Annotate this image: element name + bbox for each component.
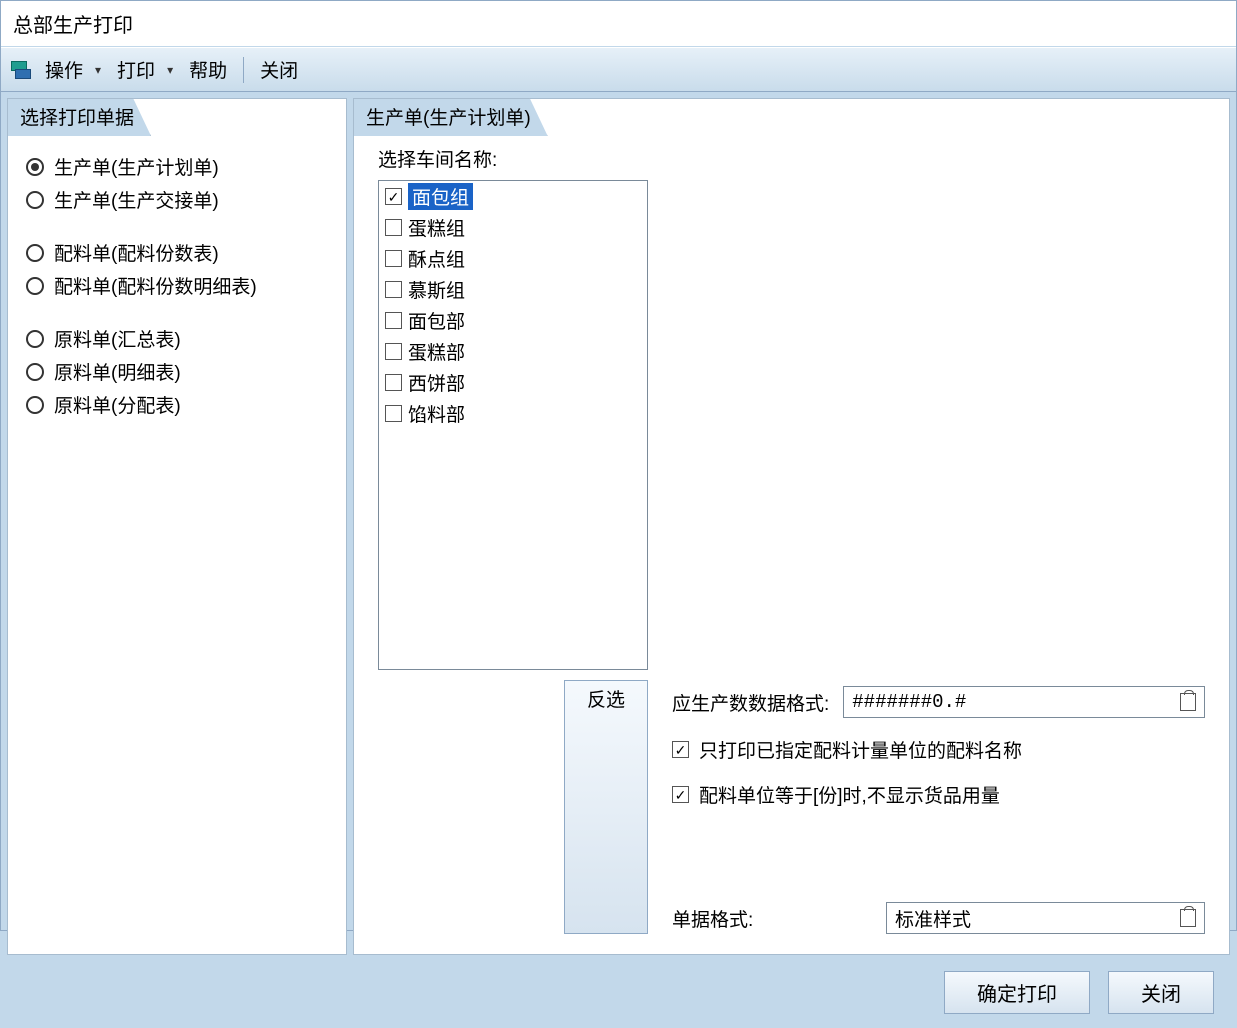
workshop-label: 蛋糕组: [408, 214, 465, 241]
window-title: 总部生产打印: [1, 1, 1236, 47]
workshop-checkbox[interactable]: [385, 250, 402, 267]
workshop-row[interactable]: 馅料部: [379, 398, 647, 429]
radio-icon: [26, 277, 44, 295]
right-panel: 生产单(生产计划单) 选择车间名称: 面包组蛋糕组酥点组慕斯组面包部蛋糕部西饼部…: [353, 98, 1230, 955]
window: 总部生产打印 操作 ▾ 打印 ▾ 帮助 关闭 选择打印单据 生产单(生产计划单)…: [0, 0, 1237, 931]
right-fields: 应生产数数据格式: #######0.# 只打印已指定配料计量单位的配料名称 配…: [672, 670, 1205, 934]
workshop-label: 面包部: [408, 307, 465, 334]
toolbar: 操作 ▾ 打印 ▾ 帮助 关闭: [1, 47, 1236, 92]
radio-label: 原料单(分配表): [54, 391, 181, 418]
left-panel-tab: 选择打印单据: [7, 98, 151, 136]
radio-icon: [26, 330, 44, 348]
docformat-field-row: 单据格式: 标准样式: [672, 902, 1205, 934]
workshop-row[interactable]: 慕斯组: [379, 274, 647, 305]
clipboard-icon[interactable]: [1180, 909, 1196, 927]
workshop-label: 蛋糕部: [408, 338, 465, 365]
radio-label: 生产单(生产计划单): [54, 153, 219, 180]
menu-close[interactable]: 关闭: [254, 54, 304, 85]
option1-row[interactable]: 只打印已指定配料计量单位的配料名称: [672, 736, 1205, 763]
docformat-value: 标准样式: [895, 905, 1172, 932]
radio-icon: [26, 244, 44, 262]
doc-type-radio[interactable]: 配料单(配料份数明细表): [26, 272, 328, 299]
workshop-checkbox[interactable]: [385, 188, 402, 205]
radio-icon: [26, 396, 44, 414]
workshop-listbox[interactable]: 面包组蛋糕组酥点组慕斯组面包部蛋糕部西饼部馅料部: [378, 180, 648, 670]
menu-operate[interactable]: 操作: [39, 54, 89, 85]
workshop-label: 西饼部: [408, 369, 465, 396]
menu-help[interactable]: 帮助: [183, 54, 233, 85]
radio-label: 原料单(明细表): [54, 358, 181, 385]
clipboard-icon[interactable]: [1180, 693, 1196, 711]
left-panel: 选择打印单据 生产单(生产计划单) 生产单(生产交接单) 配料单(配料份数表) 配料单…: [7, 98, 347, 955]
workshop-row[interactable]: 蛋糕组: [379, 212, 647, 243]
option2-row[interactable]: 配料单位等于[份]时,不显示货品用量: [672, 781, 1205, 808]
format-input[interactable]: #######0.#: [843, 686, 1205, 718]
workshop-label: 面包组: [408, 183, 473, 210]
radio-label: 配料单(配料份数明细表): [54, 272, 257, 299]
invert-button[interactable]: 反选: [564, 680, 648, 934]
workshop-label: 馅料部: [408, 400, 465, 427]
radio-label: 原料单(汇总表): [54, 325, 181, 352]
format-value: #######0.#: [852, 691, 1172, 713]
footer: 确定打印 关闭: [1, 961, 1236, 1028]
format-label: 应生产数数据格式:: [672, 689, 829, 716]
doc-type-radio[interactable]: 原料单(分配表): [26, 391, 328, 418]
content-area: 选择打印单据 生产单(生产计划单) 生产单(生产交接单) 配料单(配料份数表) 配料单…: [1, 92, 1236, 961]
close-button[interactable]: 关闭: [1108, 971, 1214, 1014]
workshop-row[interactable]: 蛋糕部: [379, 336, 647, 367]
option2-label: 配料单位等于[份]时,不显示货品用量: [699, 781, 1000, 808]
option2-checkbox[interactable]: [672, 786, 689, 803]
workshop-checkbox[interactable]: [385, 405, 402, 422]
workshop-label: 选择车间名称:: [378, 145, 648, 172]
chevron-down-icon[interactable]: ▾: [165, 63, 179, 77]
doc-type-radio[interactable]: 原料单(明细表): [26, 358, 328, 385]
doc-type-radio[interactable]: 生产单(生产交接单): [26, 186, 328, 213]
doc-type-radio[interactable]: 配料单(配料份数表): [26, 239, 328, 266]
workshop-row[interactable]: 面包组: [379, 181, 647, 212]
option1-checkbox[interactable]: [672, 741, 689, 758]
radio-icon: [26, 158, 44, 176]
doc-type-radio[interactable]: 生产单(生产计划单): [26, 153, 328, 180]
workshop-row[interactable]: 面包部: [379, 305, 647, 336]
docformat-label: 单据格式:: [672, 905, 872, 932]
doc-type-radio-list: 生产单(生产计划单) 生产单(生产交接单) 配料单(配料份数表) 配料单(配料份数明细…: [8, 135, 346, 436]
workshop-checkbox[interactable]: [385, 281, 402, 298]
format-field-row: 应生产数数据格式: #######0.#: [672, 686, 1205, 718]
workshop-checkbox[interactable]: [385, 343, 402, 360]
right-panel-tab: 生产单(生产计划单): [353, 98, 548, 136]
workshop-checkbox[interactable]: [385, 312, 402, 329]
menu-print[interactable]: 打印: [111, 54, 161, 85]
option1-label: 只打印已指定配料计量单位的配料名称: [699, 736, 1022, 763]
ok-button[interactable]: 确定打印: [944, 971, 1090, 1014]
doc-type-radio[interactable]: 原料单(汇总表): [26, 325, 328, 352]
workshop-label: 酥点组: [408, 245, 465, 272]
workshop-checkbox[interactable]: [385, 374, 402, 391]
workshop-checkbox[interactable]: [385, 219, 402, 236]
workshop-row[interactable]: 西饼部: [379, 367, 647, 398]
radio-label: 配料单(配料份数表): [54, 239, 219, 266]
chevron-down-icon[interactable]: ▾: [93, 63, 107, 77]
radio-label: 生产单(生产交接单): [54, 186, 219, 213]
toolbar-separator: [243, 57, 244, 83]
workshop-label: 慕斯组: [408, 276, 465, 303]
workshop-row[interactable]: 酥点组: [379, 243, 647, 274]
radio-icon: [26, 363, 44, 381]
operate-icon: [11, 61, 31, 79]
radio-icon: [26, 191, 44, 209]
docformat-combo[interactable]: 标准样式: [886, 902, 1205, 934]
